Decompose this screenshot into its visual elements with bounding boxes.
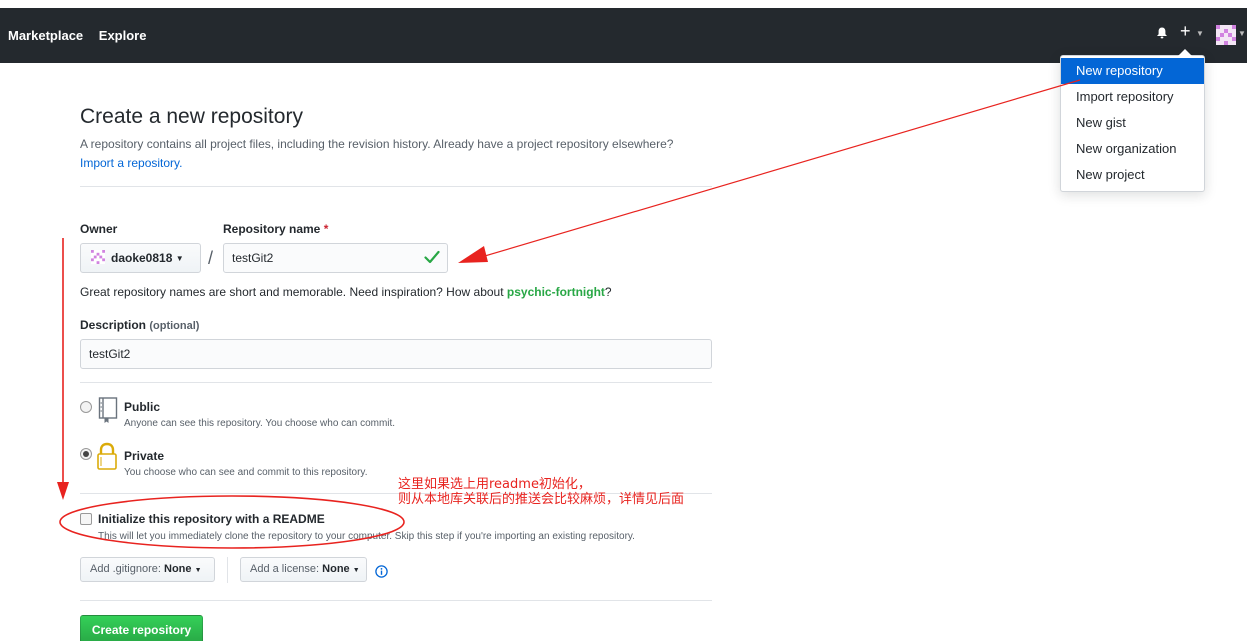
divider xyxy=(227,557,228,583)
license-select-button[interactable]: Add a license: None ▼ xyxy=(240,557,367,582)
annotation-line-1: 这里如果选上用readme初始化， xyxy=(398,477,591,492)
page-subtitle: A repository contains all project files,… xyxy=(80,135,740,173)
readme-title[interactable]: Initialize this repository with a README xyxy=(98,512,325,526)
public-repo-book-icon xyxy=(98,397,118,423)
license-info-icon[interactable] xyxy=(375,565,388,578)
repo-name-label: Repository name * xyxy=(223,222,328,236)
menu-item-import-repository[interactable]: Import repository xyxy=(1061,84,1204,110)
user-avatar[interactable] xyxy=(1216,25,1236,45)
nav-marketplace[interactable]: Marketplace xyxy=(8,28,83,43)
description-input[interactable] xyxy=(80,339,712,369)
private-radio[interactable] xyxy=(80,448,92,460)
readme-description: This will let you immediately clone the … xyxy=(98,531,635,542)
owner-avatar-icon xyxy=(91,250,105,264)
plus-caret-icon[interactable]: ▼ xyxy=(1196,29,1204,38)
repo-name-hint: Great repository names are short and mem… xyxy=(80,285,612,299)
private-description: You choose who can see and commit to thi… xyxy=(124,467,368,478)
private-title: Private xyxy=(124,449,165,463)
gitignore-label: Add .gitignore: xyxy=(90,563,164,575)
name-suggestion-link[interactable]: psychic-fortnight xyxy=(507,285,605,299)
description-label-text: Description xyxy=(80,318,147,332)
nav-explore[interactable]: Explore xyxy=(99,28,147,43)
repository-name-input[interactable] xyxy=(223,243,448,273)
license-value: None xyxy=(322,563,350,575)
public-description: Anyone can see this repository. You choo… xyxy=(124,418,396,429)
description-label: Description (optional) xyxy=(80,318,199,332)
required-asterisk: * xyxy=(323,222,329,236)
annotation-note: 这里如果选上用readme初始化， 则从本地库关联后的推送会比较麻烦，详情见后面 xyxy=(398,477,684,507)
create-new-plus-icon[interactable]: + xyxy=(1180,22,1191,40)
subtitle-text: A repository contains all project files,… xyxy=(80,137,674,151)
gitignore-select-button[interactable]: Add .gitignore: None ▼ xyxy=(80,557,215,582)
hint-text: Great repository names are short and mem… xyxy=(80,285,507,299)
public-radio[interactable] xyxy=(80,401,92,413)
divider xyxy=(80,186,712,187)
gitignore-caret-icon: ▼ xyxy=(194,567,202,574)
page-title: Create a new repository xyxy=(80,105,303,128)
owner-select-button[interactable]: daoke0818 ▼ xyxy=(80,243,201,273)
notification-bell-icon[interactable] xyxy=(1156,27,1168,39)
menu-item-new-project[interactable]: New project xyxy=(1061,162,1204,188)
initialize-readme-checkbox[interactable] xyxy=(80,513,92,525)
owner-caret-icon: ▼ xyxy=(175,254,184,263)
annotation-arrow-diagonal-head xyxy=(458,246,488,263)
menu-item-new-repository[interactable]: New repository xyxy=(1061,58,1204,84)
divider xyxy=(80,600,712,601)
dropdown-pointer xyxy=(1178,49,1192,56)
create-repository-button[interactable]: Create repository xyxy=(80,615,203,641)
divider xyxy=(80,382,712,383)
annotation-line-2: 则从本地库关联后的推送会比较麻烦，详情见后面 xyxy=(398,492,685,507)
hint-suffix: ? xyxy=(604,285,612,299)
owner-value: daoke0818 xyxy=(111,251,173,265)
owner-label: Owner xyxy=(80,222,118,236)
public-title: Public xyxy=(124,400,161,414)
license-label: Add a license: xyxy=(250,563,323,575)
valid-check-icon xyxy=(424,250,440,264)
gitignore-value: None xyxy=(164,563,192,575)
optional-tag: (optional) xyxy=(149,320,200,332)
menu-item-new-gist[interactable]: New gist xyxy=(1061,110,1204,136)
owner-repo-separator: / xyxy=(208,248,214,268)
private-lock-icon xyxy=(97,442,117,470)
menu-item-new-organization[interactable]: New organization xyxy=(1061,136,1204,162)
repo-name-label-text: Repository name xyxy=(223,222,321,236)
license-caret-icon: ▼ xyxy=(352,567,360,574)
import-repository-link[interactable]: Import a repository. xyxy=(80,156,182,170)
create-new-dropdown-menu: New repository Import repository New gis… xyxy=(1060,49,1205,192)
top-nav: Marketplace Explore xyxy=(8,28,158,43)
annotation-arrow-vertical-head xyxy=(57,482,69,500)
top-navigation-bar: Marketplace Explore xyxy=(0,8,1247,63)
avatar-caret-icon[interactable]: ▼ xyxy=(1238,29,1246,38)
